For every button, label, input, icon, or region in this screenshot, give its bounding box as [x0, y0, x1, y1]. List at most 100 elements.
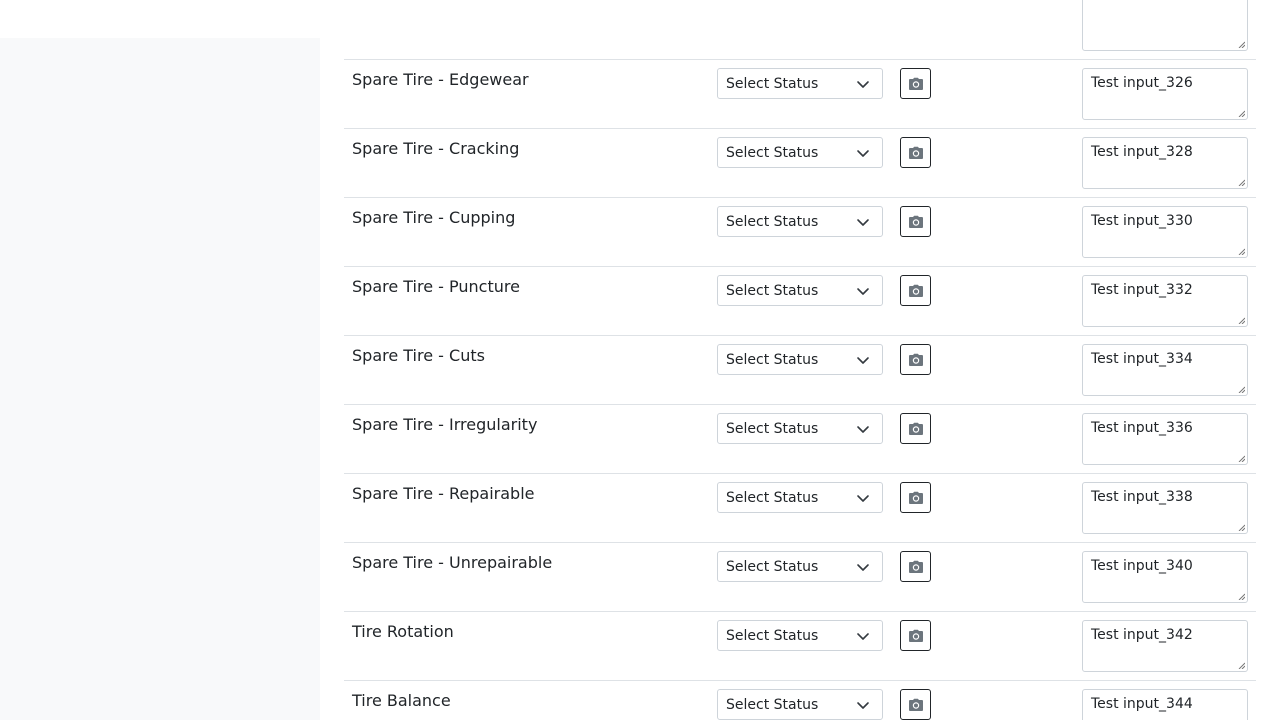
camera-icon — [908, 629, 923, 642]
camera-button[interactable] — [900, 620, 931, 651]
status-select-value: Select Status — [726, 489, 819, 506]
camera-button[interactable] — [900, 413, 931, 444]
notes-textarea[interactable]: Test input_330 — [1082, 206, 1248, 258]
resize-grip-icon[interactable] — [1237, 592, 1245, 600]
notes-value: Test input_330 — [1091, 213, 1193, 229]
status-select[interactable]: Select Status — [717, 275, 883, 306]
chevron-down-icon — [857, 150, 869, 157]
camera-icon — [908, 77, 923, 90]
notes-textarea[interactable]: Test input_328 — [1082, 137, 1248, 189]
row-label: Spare Tire - Cupping — [352, 208, 516, 227]
row-label: Spare Tire - Cuts — [352, 346, 485, 365]
status-select[interactable]: Select Status — [717, 68, 883, 99]
chevron-down-icon — [857, 702, 869, 709]
notes-textarea[interactable]: Test input_326 — [1082, 68, 1248, 120]
resize-grip-icon[interactable] — [1237, 109, 1245, 117]
status-select-value: Select Status — [726, 351, 819, 368]
resize-grip-icon[interactable] — [1237, 523, 1245, 531]
inspection-form: Spare Tire - Edgewear Select Status Test… — [320, 0, 1280, 720]
row-label: Spare Tire - Edgewear — [352, 70, 529, 89]
table-row: Tire Balance Select Status Test input_34… — [344, 681, 1256, 720]
resize-grip-icon[interactable] — [1237, 247, 1245, 255]
status-select[interactable]: Select Status — [717, 206, 883, 237]
chevron-down-icon — [857, 357, 869, 364]
status-select-value: Select Status — [726, 282, 819, 299]
row-label: Spare Tire - Cracking — [352, 139, 520, 158]
camera-button[interactable] — [900, 275, 931, 306]
camera-icon — [908, 560, 923, 573]
status-select[interactable]: Select Status — [717, 620, 883, 651]
table-row: Spare Tire - Cracking Select Status Test… — [344, 129, 1256, 198]
camera-button[interactable] — [900, 68, 931, 99]
sidebar — [0, 38, 320, 720]
table-row: Spare Tire - Irregularity Select Status … — [344, 405, 1256, 474]
notes-value: Test input_344 — [1091, 696, 1193, 712]
resize-grip-icon[interactable] — [1237, 178, 1245, 186]
table-row: Spare Tire - Unrepairable Select Status … — [344, 543, 1256, 612]
notes-textarea[interactable]: Test input_334 — [1082, 344, 1248, 396]
notes-textarea[interactable]: Test input_336 — [1082, 413, 1248, 465]
status-select-value: Select Status — [726, 558, 819, 575]
notes-value: Test input_332 — [1091, 282, 1193, 298]
resize-grip-icon[interactable] — [1237, 40, 1245, 48]
status-select[interactable]: Select Status — [717, 344, 883, 375]
notes-textarea[interactable]: Test input_342 — [1082, 620, 1248, 672]
notes-textarea[interactable]: Test input_338 — [1082, 482, 1248, 534]
camera-button[interactable] — [900, 551, 931, 582]
chevron-down-icon — [857, 564, 869, 571]
chevron-down-icon — [857, 495, 869, 502]
chevron-down-icon — [857, 426, 869, 433]
notes-value: Test input_340 — [1091, 558, 1193, 574]
table-row: Spare Tire - Puncture Select Status Test… — [344, 267, 1256, 336]
camera-button[interactable] — [900, 206, 931, 237]
camera-icon — [908, 146, 923, 159]
camera-icon — [908, 215, 923, 228]
status-select-value: Select Status — [726, 696, 819, 713]
notes-textarea[interactable]: Test input_340 — [1082, 551, 1248, 603]
status-select[interactable]: Select Status — [717, 137, 883, 168]
table-row: Spare Tire - Cuts Select Status Test inp… — [344, 336, 1256, 405]
notes-textarea[interactable]: Test input_344 — [1082, 689, 1248, 720]
table-row-partial — [344, 0, 1256, 60]
camera-button[interactable] — [900, 344, 931, 375]
camera-icon — [908, 491, 923, 504]
camera-button[interactable] — [900, 689, 931, 720]
chevron-down-icon — [857, 219, 869, 226]
notes-textarea[interactable] — [1082, 0, 1248, 51]
resize-grip-icon[interactable] — [1237, 385, 1245, 393]
chevron-down-icon — [857, 81, 869, 88]
row-label: Tire Rotation — [352, 622, 454, 641]
table-row: Spare Tire - Cupping Select Status Test … — [344, 198, 1256, 267]
row-label: Spare Tire - Repairable — [352, 484, 535, 503]
chevron-down-icon — [857, 633, 869, 640]
chevron-down-icon — [857, 288, 869, 295]
row-label: Spare Tire - Unrepairable — [352, 553, 553, 572]
camera-icon — [908, 422, 923, 435]
inspection-rows: Spare Tire - Edgewear Select Status Test… — [344, 60, 1256, 720]
table-row: Spare Tire - Repairable Select Status Te… — [344, 474, 1256, 543]
row-label: Spare Tire - Irregularity — [352, 415, 538, 434]
camera-button[interactable] — [900, 137, 931, 168]
camera-button[interactable] — [900, 482, 931, 513]
status-select[interactable]: Select Status — [717, 551, 883, 582]
status-select[interactable]: Select Status — [717, 413, 883, 444]
camera-icon — [908, 353, 923, 366]
resize-grip-icon[interactable] — [1237, 454, 1245, 462]
row-label: Spare Tire - Puncture — [352, 277, 520, 296]
camera-icon — [908, 284, 923, 297]
camera-icon — [908, 698, 923, 711]
status-select-value: Select Status — [726, 213, 819, 230]
notes-textarea[interactable]: Test input_332 — [1082, 275, 1248, 327]
notes-value: Test input_326 — [1091, 75, 1193, 91]
notes-value: Test input_342 — [1091, 627, 1193, 643]
resize-grip-icon[interactable] — [1237, 661, 1245, 669]
status-select[interactable]: Select Status — [717, 689, 883, 720]
notes-value: Test input_336 — [1091, 420, 1193, 436]
table-row: Tire Rotation Select Status Test input_3… — [344, 612, 1256, 681]
resize-grip-icon[interactable] — [1237, 316, 1245, 324]
notes-value: Test input_328 — [1091, 144, 1193, 160]
status-select-value: Select Status — [726, 627, 819, 644]
status-select-value: Select Status — [726, 144, 819, 161]
status-select-value: Select Status — [726, 420, 819, 437]
status-select[interactable]: Select Status — [717, 482, 883, 513]
